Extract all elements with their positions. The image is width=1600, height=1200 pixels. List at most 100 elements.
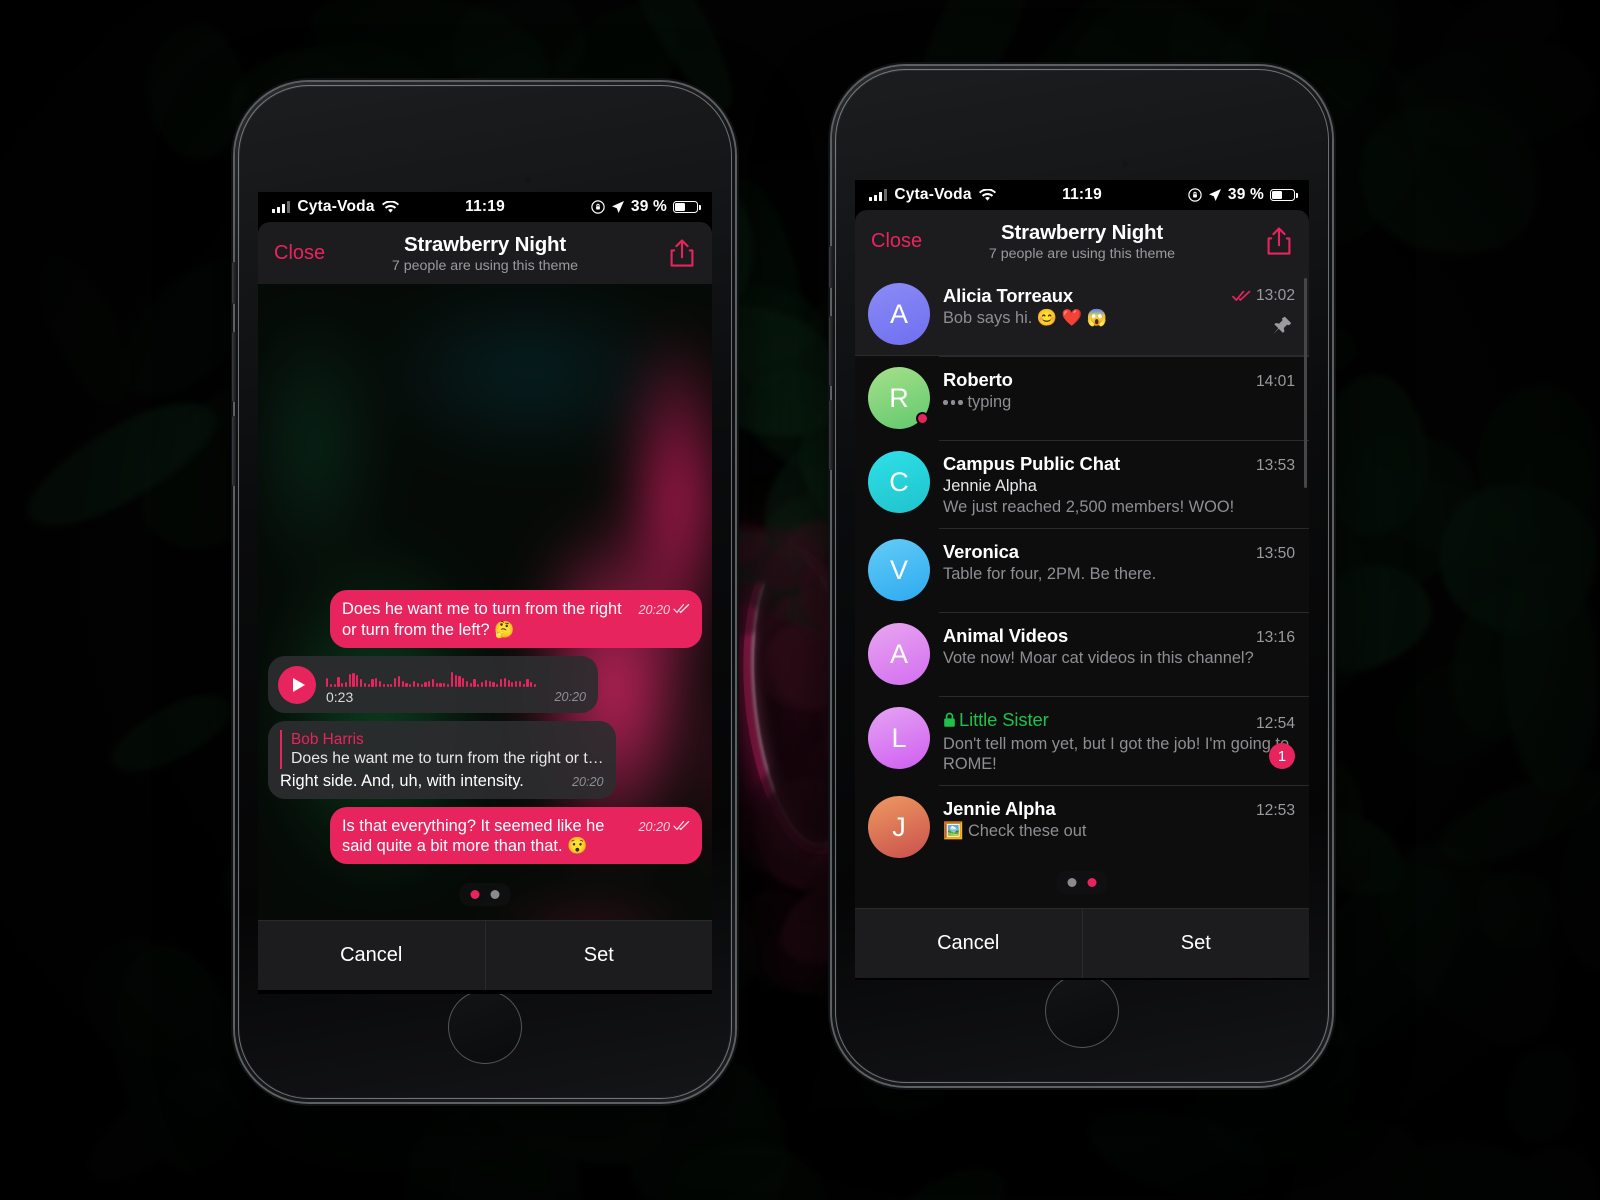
- wifi-icon: [381, 200, 399, 213]
- carrier-label: Cyta-Voda: [297, 198, 375, 215]
- chat-list-item[interactable]: V Veronica 13:50 Table for four, 2PM. Be th…: [855, 528, 1309, 612]
- signal-bars-icon: [869, 189, 888, 201]
- chat-list-item[interactable]: J Jennie Alpha 12:53 🖼️ Check these out: [855, 785, 1309, 869]
- page-dots-left[interactable]: [459, 883, 511, 906]
- chat-item-content: Little Sister 12:54 Don't tell mom yet, bu…: [943, 707, 1295, 774]
- message-time: 20:20: [572, 774, 604, 789]
- rotation-lock-icon: [591, 200, 605, 214]
- avatar[interactable]: A: [868, 623, 930, 686]
- chat-name: Jennie Alpha: [943, 798, 1056, 820]
- chat-name-label: Animal Videos: [943, 625, 1069, 647]
- waveform-bar: [530, 681, 533, 687]
- waveform-bar: [378, 680, 382, 687]
- close-button[interactable]: Close: [274, 242, 325, 265]
- carrier-label: Cyta-Voda: [894, 186, 972, 203]
- location-arrow-icon: [1208, 189, 1221, 201]
- play-icon[interactable]: [278, 665, 316, 704]
- set-button[interactable]: Set: [484, 921, 713, 990]
- chat-preview-label: 🖼️ Check these out: [943, 822, 1087, 841]
- chat-list-item[interactable]: C Campus Public Chat 13:53 Jennie Alpha We j…: [855, 440, 1309, 528]
- chat-name: Animal Videos: [943, 625, 1068, 647]
- waveform-bar: [439, 682, 442, 687]
- chat-name-label: Alicia Torreaux: [943, 285, 1074, 306]
- chat-list-item[interactable]: A Animal Videos 13:16 Vote now! Moar cat vi…: [855, 612, 1309, 696]
- chat-list-item[interactable]: R Roberto 14:01 typing: [855, 356, 1309, 440]
- action-bar: Cancel Set: [258, 920, 712, 990]
- close-button[interactable]: Close: [871, 230, 922, 253]
- home-button[interactable]: [448, 990, 522, 1064]
- mute-switch[interactable]: [232, 262, 236, 304]
- cancel-button[interactable]: Cancel: [258, 921, 485, 990]
- wifi-icon: [978, 188, 996, 201]
- waveform-bar: [401, 680, 404, 687]
- page-dot[interactable]: [1087, 878, 1097, 887]
- waveform-bar: [454, 674, 457, 687]
- page-dot[interactable]: [470, 890, 480, 899]
- waveform-bar: [515, 680, 518, 687]
- volume-down-button[interactable]: [232, 416, 236, 486]
- scrollbar[interactable]: [1304, 278, 1307, 488]
- chat-timestamp: 13:02: [1232, 287, 1295, 305]
- chat-list-item[interactable]: A Alicia Torreaux 13:02 Bob says hi. 😊 ❤️ 😱: [855, 272, 1309, 356]
- message-text: Right side. And, uh, with intensity.: [280, 771, 524, 790]
- avatar[interactable]: L: [868, 707, 930, 770]
- chat-list[interactable]: A Alicia Torreaux 13:02 Bob says hi. 😊 ❤️ 😱…: [855, 272, 1309, 908]
- header-titles: Strawberry Night 7 people are using this…: [855, 221, 1309, 262]
- header-titles: Strawberry Night 7 people are using this…: [258, 233, 712, 274]
- reply-author: Bob Harris: [291, 730, 364, 748]
- unread-badge: 1: [1269, 743, 1295, 770]
- share-icon[interactable]: [1265, 225, 1293, 257]
- mute-switch[interactable]: [829, 246, 833, 288]
- voice-message[interactable]: 0:23 20:20: [268, 655, 598, 713]
- waveform-bar: [416, 682, 419, 687]
- page-subtitle: 7 people are using this theme: [988, 245, 1176, 262]
- volume-up-button[interactable]: [829, 316, 833, 386]
- avatar[interactable]: A: [868, 283, 930, 345]
- waveform[interactable]: [326, 665, 586, 687]
- chat-name-label: Roberto: [943, 369, 1013, 390]
- page-dot[interactable]: [1067, 878, 1077, 887]
- chat-list-item[interactable]: L Little Sister 12:54 Don't tell mom yet, b…: [855, 696, 1309, 785]
- set-button[interactable]: Set: [1081, 909, 1310, 978]
- waveform-bar: [405, 682, 408, 687]
- waveform-bar: [424, 681, 427, 687]
- home-button[interactable]: [1045, 974, 1119, 1048]
- avatar[interactable]: C: [868, 451, 930, 513]
- waveform-bar: [443, 682, 446, 687]
- waveform-bar: [367, 683, 370, 687]
- location-arrow-icon: [611, 201, 624, 213]
- avatar[interactable]: J: [868, 796, 930, 859]
- waveform-bar: [341, 682, 344, 687]
- page-dot[interactable]: [490, 890, 500, 899]
- reply-quote[interactable]: Bob Harris Does he want me to turn from …: [280, 729, 604, 769]
- message-time: 20:20: [554, 689, 586, 704]
- avatar[interactable]: V: [868, 539, 930, 602]
- chat-preview-text: Table for four, 2PM. Be there.: [943, 564, 1295, 584]
- volume-down-button[interactable]: [829, 400, 833, 470]
- page-title: Strawberry Night: [1001, 220, 1163, 244]
- waveform-bar: [356, 674, 359, 687]
- waveform-bar: [503, 677, 506, 687]
- chat-item-content: Jennie Alpha 12:53 🖼️ Check these out: [943, 796, 1295, 858]
- chat-preview-label: We just reached 2,500 members! WOO!: [943, 498, 1235, 516]
- chat-name-label: Veronica: [943, 541, 1019, 563]
- page-title: Strawberry Night: [404, 232, 566, 256]
- chat-timestamp: 13:50: [1256, 545, 1295, 563]
- online-status-dot: [916, 412, 929, 425]
- share-icon[interactable]: [668, 237, 696, 269]
- volume-up-button[interactable]: [232, 332, 236, 402]
- waveform-bar: [473, 678, 476, 687]
- message-bubble[interactable]: 20:20 Is that everything? It seemed like…: [330, 806, 702, 864]
- page-dots-right[interactable]: [1056, 871, 1108, 894]
- battery-percent-label: 39 %: [1227, 186, 1265, 203]
- message-bubble-reply[interactable]: Bob Harris Does he want me to turn from …: [268, 720, 616, 799]
- message-meta: 20:20: [572, 775, 604, 791]
- read-ticks-icon: [673, 820, 690, 836]
- message-bubble[interactable]: 20:20 Does he want me to turn from the r…: [330, 590, 702, 648]
- avatar[interactable]: R: [868, 367, 930, 429]
- waveform-bar: [481, 681, 484, 687]
- cancel-button[interactable]: Cancel: [855, 909, 1082, 978]
- chat-item-content: Campus Public Chat 13:53 Jennie Alpha We ju…: [943, 451, 1295, 517]
- waveform-bar: [469, 682, 472, 687]
- theme-sheet-right: Close Strawberry Night 7 people are usin…: [855, 210, 1309, 272]
